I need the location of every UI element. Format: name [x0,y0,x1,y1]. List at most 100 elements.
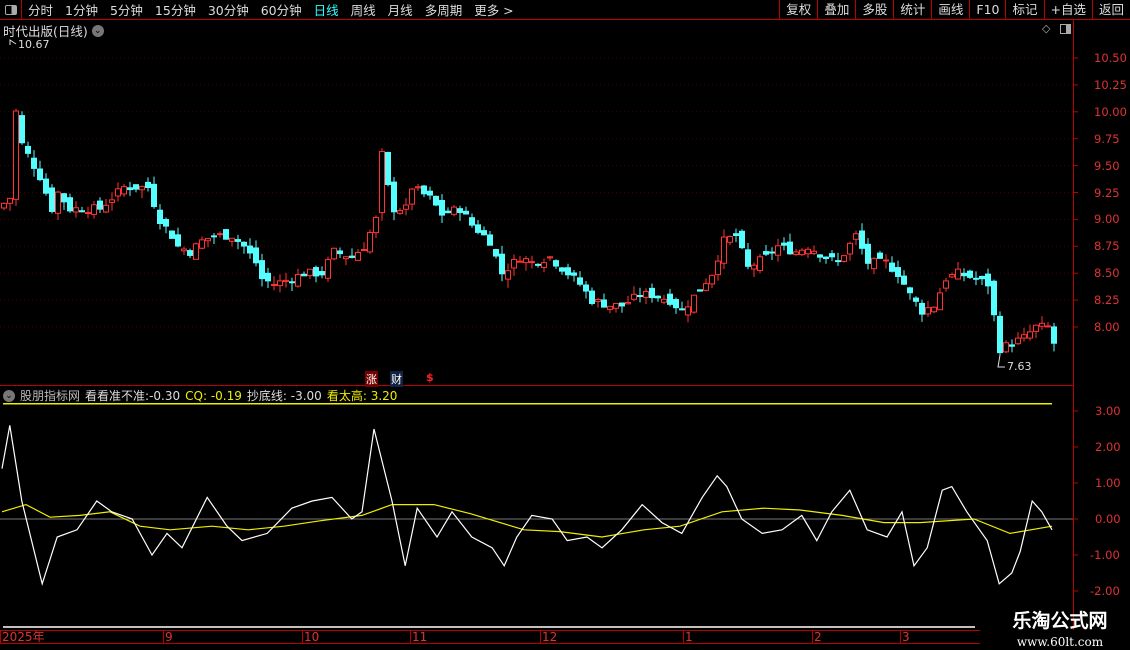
candle-body [487,234,493,246]
candle-body [97,200,103,210]
date-label: 10 [302,630,320,644]
candle-body [787,241,793,255]
candle-body [379,151,385,214]
candle-body [973,277,979,280]
candle-body [295,274,301,287]
badge-zhang[interactable]: 涨 [365,371,378,387]
candle-body [691,294,697,313]
candle-body [853,233,859,240]
candle-body [469,217,475,226]
candle-body [1009,344,1015,347]
candle-body [133,184,139,190]
candle-body [199,239,205,249]
indicator-name[interactable]: 股朋指标网 [20,387,80,404]
candle-body [649,287,655,299]
min-price-label: 7.63 [1007,360,1032,373]
candle-body [409,188,415,205]
candle-body [595,298,601,302]
indicator-axis-label: 0.00 [1095,512,1121,526]
date-axis[interactable]: 2025年 9 10 11 12 1 2 3 [0,630,980,644]
candle-body [61,193,67,203]
candle-body [823,256,829,260]
candle-body [529,261,535,264]
candle-body [247,245,253,254]
candle-body [961,272,967,277]
candle-body [301,273,307,277]
candle-body [637,295,643,298]
candle-body [661,298,667,303]
candle-body [85,212,91,215]
price-axis-label: 9.75 [1094,131,1120,146]
candle-body [115,188,121,197]
candle-body [709,274,715,285]
candle-body [163,219,169,227]
candle-body [361,249,367,252]
indicator-axis-label: 3.00 [1095,404,1121,418]
candle-body [955,268,961,280]
candle-body [367,232,373,253]
candle-body [289,281,295,284]
candle-body [553,260,559,267]
badge-cai[interactable]: 财 [390,371,403,387]
candle-body [559,267,565,272]
cq-line [1,503,1053,538]
candle-body [241,241,247,247]
candle-body [925,307,931,315]
candle-body [313,267,319,277]
candle-body [1051,326,1057,344]
candle-body [565,267,571,276]
candle-body [679,308,685,311]
candle-body [193,243,199,260]
candle-body [667,293,673,305]
candle-body [589,290,595,304]
panel-divider[interactable] [0,385,1073,386]
candle-body [625,302,631,305]
candle-body [421,185,427,195]
indicator-header: ⌄ 股朋指标网 看看准不准:-0.30 CQ: -0.19 抄底线: -3.00… [3,387,397,404]
candle-body [967,270,973,278]
candle-body [763,251,769,255]
candle-body [451,206,457,215]
candle-body [439,199,445,216]
candle-body [847,242,853,255]
candle-body [1027,331,1033,339]
candle-body [343,256,349,260]
candle-body [385,151,391,186]
candle-body [829,253,835,258]
candle-body [463,210,469,215]
candle-body [1021,334,1027,339]
chart-canvas[interactable] [0,0,1130,650]
candle-body [499,253,505,275]
candle-body [631,293,637,300]
candle-body [475,224,481,233]
candle-body [541,262,547,268]
candle-body [1033,324,1039,332]
candle-body [835,260,841,263]
candle-body [271,283,277,286]
candle-body [433,195,439,206]
candle-body [259,260,265,280]
candle-body [775,245,781,256]
candle-body [919,302,925,315]
badge-dollar[interactable]: $ [425,371,435,384]
price-axis-label: 10.50 [1094,51,1127,65]
candle-body [799,249,805,256]
candle-body [337,250,343,255]
candle-body [673,299,679,309]
chevron-down-icon[interactable]: ⌄ [3,389,15,402]
candle-body [73,207,79,213]
candle-body [109,199,115,203]
candle-body [457,208,463,214]
candle-body [493,249,499,257]
candle-body [733,233,739,236]
candle-body [67,197,73,212]
candle-body [235,239,241,242]
candle-body [223,229,229,240]
candle-body [937,292,943,311]
date-label: 2 [812,630,822,644]
candle-body [139,185,145,191]
date-label: 2025年 [0,630,45,644]
candle-body [175,234,181,247]
candle-body [1,202,7,209]
candle-body [883,259,889,262]
